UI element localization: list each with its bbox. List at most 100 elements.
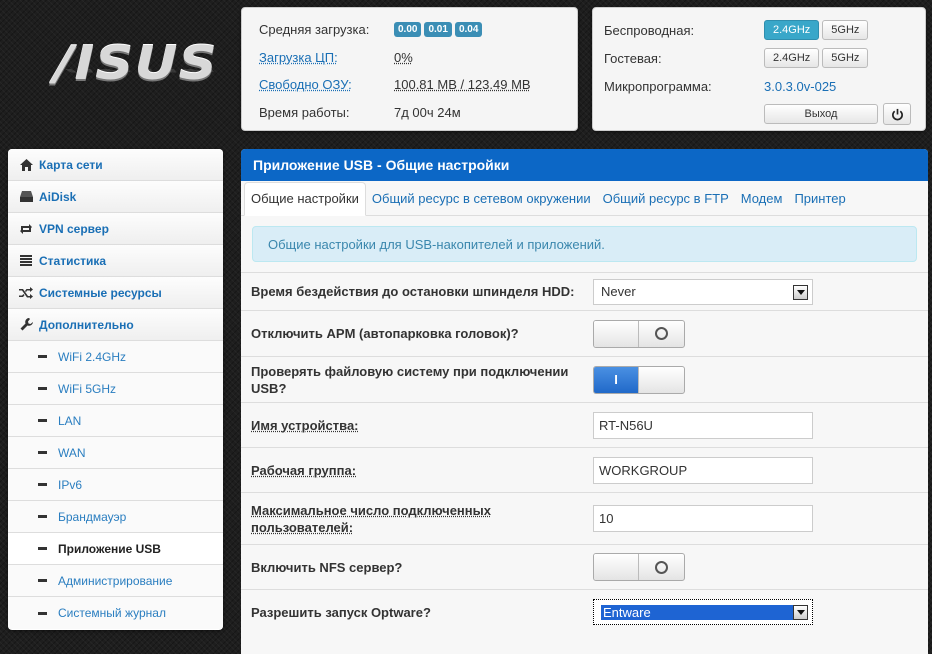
guest-row: Гостевая: 2.4GHz 5GHz [604,44,915,72]
logo-reflection: /ISUS [54,69,218,76]
sidebar-subitem-usb-app[interactable]: Приложение USB [8,533,223,565]
apm-row: Отключить APM (автопарковка головок)? [241,310,928,356]
max-users-label-line2: пользователей: [251,519,354,535]
sidebar-item-vpn[interactable]: VPN сервер [8,213,223,245]
wireless-label: Беспроводная: [604,22,695,38]
sidebar-subitem-administration[interactable]: Администрирование [8,565,223,597]
device-name-label-text: Имя устройства: [251,417,359,433]
sidebar-subitem-label: WiFi 2.4GHz [58,349,127,364]
cpu-value: 0% [394,49,413,65]
hdd-idle-label: Время бездействия до остановки шпинделя … [251,284,575,299]
sidebar-subitem-label: WAN [58,445,86,460]
sidebar-item-label: VPN сервер [39,221,109,236]
dash-icon [38,611,47,615]
toggle-off-side [594,554,639,580]
toggle-circle-side [639,321,684,347]
ram-link[interactable]: Свободно ОЗУ: [259,77,394,92]
ram-row: Свободно ОЗУ: 100.81 MB / 123.49 MB [259,71,563,99]
sidebar-subitem-label: WiFi 5GHz [58,381,116,396]
uptime-label: Время работы: [259,104,350,120]
device-name-label: Имя устройства: [251,417,593,434]
chevron-down-icon [793,605,808,620]
wrench-icon [19,318,33,332]
chevron-down-icon [793,284,808,300]
device-name-input[interactable]: RT-N56U [593,411,813,439]
workgroup-row: Рабочая группа: WORKGROUP [241,447,928,492]
sidebar-subitem-label: Администрирование [58,573,173,588]
load-badge-5: 0.01 [424,22,452,38]
dash-icon [38,419,47,422]
sidebar-item-advanced[interactable]: Дополнительно [8,309,223,341]
sidebar-item-label: AiDisk [39,189,77,204]
workgroup-label: Рабочая группа: [251,462,593,479]
logout-row: Выход [604,100,915,128]
off-circle-icon [655,327,668,340]
tab-bar: Общие настройки Общий ресурс в сетевом о… [241,181,928,216]
fscheck-label: Проверять файловую систему при подключен… [251,363,593,397]
toggle-off-side [594,320,639,347]
fscheck-label-line2: USB? [251,380,287,396]
sidebar-subitem-label: Системный журнал [58,606,166,620]
dash-icon [38,355,47,358]
logo-text: /ISUS [54,36,218,90]
nfs-row: Включить NFS сервер? [241,544,928,589]
power-icon [891,108,903,120]
sidebar-subitem-label: IPv6 [58,477,83,492]
tab-general[interactable]: Общие настройки [244,182,366,216]
sidebar-item-aidisk[interactable]: AiDisk [8,181,223,213]
fscheck-row: Проверять файловую систему при подключен… [241,356,928,402]
dash-icon [38,483,47,486]
optware-select[interactable]: Entware [593,599,813,625]
max-users-row: Максимальное число подключенных пользова… [241,492,928,544]
sidebar-subitem-wan[interactable]: WAN [8,437,223,469]
sidebar-item-label: Системные ресурсы [39,285,162,300]
dash-icon [38,547,47,550]
power-button[interactable] [883,103,911,125]
uptime-value: 7д 00ч 24м [394,104,461,120]
guest-24-button[interactable]: 2.4GHz [764,48,820,68]
shuffle-icon [19,286,33,300]
load-badge-1: 0.00 [394,22,422,38]
sidebar-subitem-syslog[interactable]: Системный журнал [8,597,223,629]
sidebar-item-statistics[interactable]: Статистика [8,245,223,277]
wireless-5-button[interactable]: 5GHz [822,20,869,40]
sidebar-subitem-firewall[interactable]: Брандмауэр [8,501,223,533]
tab-printer[interactable]: Принтер [788,183,851,215]
ram-value: 100.81 MB / 123.49 MB [394,77,531,93]
nfs-toggle[interactable] [593,553,685,581]
sidebar-item-system-resources[interactable]: Системные ресурсы [8,277,223,309]
sidebar-item-label: Статистика [39,253,107,268]
dash-icon [38,451,47,454]
hdd-idle-select[interactable]: Never [593,278,813,305]
firmware-panel: Беспроводная: 2.4GHz 5GHz Гостевая: 2.4G… [592,7,926,131]
tab-modem[interactable]: Модем [735,183,789,215]
toggle-blank-side [639,367,684,393]
sidebar-subitem-wifi24[interactable]: WiFi 2.4GHz [8,341,223,373]
workgroup-input[interactable]: WORKGROUP [593,456,813,484]
fw-version-link[interactable]: 3.0.3.0v-025 [764,79,836,94]
fscheck-toggle[interactable]: I [593,365,685,394]
guest-5-button[interactable]: 5GHz [822,48,869,68]
load-label: Средняя загрузка: [259,22,370,38]
logout-button[interactable]: Выход [764,104,878,124]
disk-icon [19,190,33,204]
sidebar-item-label: Карта сети [39,157,103,172]
hdd-idle-row: Время бездействия до остановки шпинделя … [241,272,928,310]
sidebar-subitem-ipv6[interactable]: IPv6 [8,469,223,501]
wireless-24-button[interactable]: 2.4GHz [764,20,820,40]
hdd-idle-value: Never [601,284,636,299]
sidebar-subitem-wifi5[interactable]: WiFi 5GHz [8,373,223,405]
cpu-link[interactable]: Загрузка ЦП: [259,50,394,65]
sidebar-subitem-label: Приложение USB [58,541,161,556]
sidebar-subitem-lan[interactable]: LAN [8,405,223,437]
uptime-row: Время работы: 7д 00ч 24м [259,99,563,127]
max-users-input[interactable]: 10 [593,505,813,532]
tab-ftp[interactable]: Общий ресурс в FTP [597,183,735,215]
device-name-row: Имя устройства: RT-N56U [241,402,928,447]
apm-toggle[interactable] [593,319,685,348]
sidebar-item-network-map[interactable]: Карта сети [8,149,223,181]
guest-label: Гостевая: [604,50,662,66]
sidebar: Карта сети AiDisk VPN сервер Статистика … [8,149,223,630]
dash-icon [38,387,47,390]
tab-samba[interactable]: Общий ресурс в сетевом окружении [366,183,597,215]
